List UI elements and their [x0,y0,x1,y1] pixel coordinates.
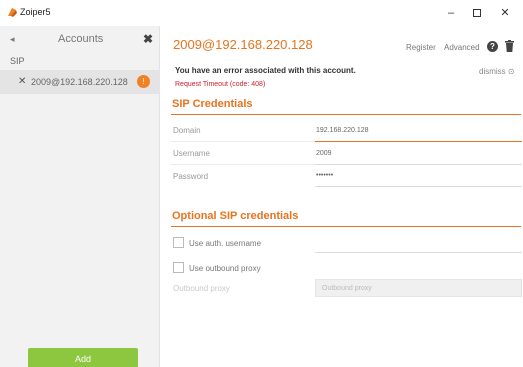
auth-username-underline [315,252,522,253]
sidebar-title: Accounts [58,33,104,45]
maximize-icon [473,9,481,17]
close-sidebar-icon[interactable]: ✖ [143,32,153,46]
optional-credentials-heading: Optional SIP credentials [172,210,299,222]
account-details-panel: 2009@192.168.220.128 Register Advanced ?… [160,26,523,367]
help-icon[interactable]: ? [487,41,498,52]
error-message: You have an error associated with this a… [175,66,356,75]
sip-credentials-heading: SIP Credentials [172,98,253,110]
advanced-link[interactable]: Advanced [444,43,480,52]
close-window-button[interactable]: ✕ [494,4,516,22]
account-title: 2009@192.168.220.128 [173,37,313,52]
outbound-proxy-label: Outbound proxy [173,284,230,293]
use-auth-username-checkbox[interactable] [173,237,184,248]
use-auth-username-label[interactable]: Use auth. username [189,239,261,248]
username-field-underline [315,164,522,165]
account-list-item[interactable]: ✕ 2009@192.168.220.128 ! [0,70,160,94]
error-detail: Request Timeout (code: 408) [175,81,266,88]
trash-icon[interactable] [505,40,514,52]
use-outbound-proxy-checkbox[interactable] [173,262,184,273]
domain-label: Domain [173,126,201,135]
sidebar-header: ◂ Accounts ✖ [0,30,160,50]
domain-field[interactable]: 192.168.220.128 [316,127,369,134]
username-field[interactable]: 2009 [316,150,332,157]
window-title: Zoiper5 [20,7,51,17]
use-outbound-proxy-label[interactable]: Use outbound proxy [189,264,261,273]
sip-section-label: SIP [10,56,25,66]
row-divider [171,164,315,165]
username-label: Username [173,149,210,158]
title-bar: Zoiper5 – ✕ [0,0,523,26]
error-badge: ! [137,75,150,88]
minimize-button[interactable]: – [440,4,462,22]
back-arrow-icon[interactable]: ◂ [10,34,15,45]
section-divider [171,226,521,227]
register-link[interactable]: Register [406,43,436,52]
domain-field-underline [315,141,522,142]
password-field-underline [315,186,522,187]
outbound-proxy-input[interactable]: Outbound proxy [315,279,522,297]
remove-account-icon[interactable]: ✕ [18,76,26,87]
maximize-button[interactable] [466,4,488,22]
row-divider [171,141,315,142]
dismiss-link[interactable]: dismiss ⊙ [479,67,515,76]
password-field[interactable]: ••••••• [316,172,333,179]
account-name: 2009@192.168.220.128 [31,77,128,87]
zoiper-logo-icon [8,8,17,17]
app-window: Zoiper5 – ✕ ◂ Accounts ✖ SIP ✕ 2009@192.… [0,0,523,367]
add-account-button[interactable]: Add [28,348,138,367]
password-label: Password [173,172,209,181]
section-divider [171,114,521,115]
accounts-sidebar: ◂ Accounts ✖ SIP ✕ 2009@192.168.220.128 … [0,26,160,367]
